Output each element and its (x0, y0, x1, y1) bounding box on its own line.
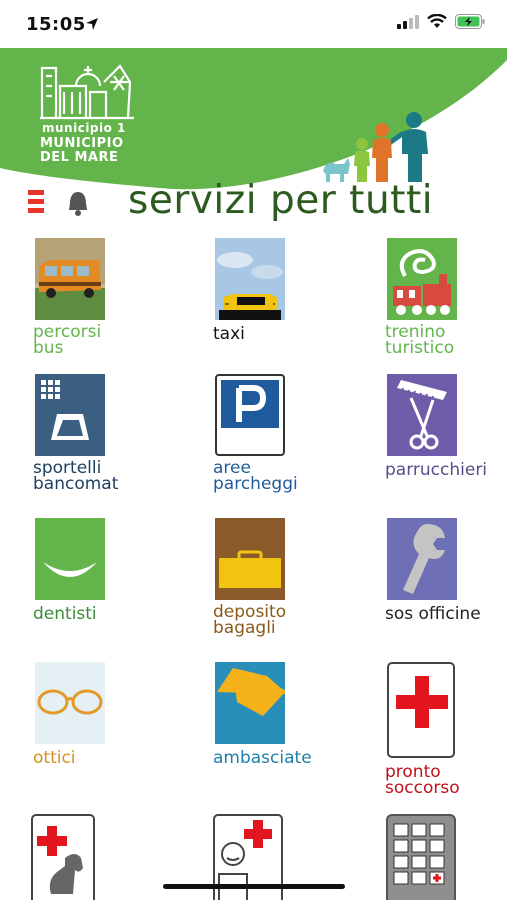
taxi-sign-icon (229, 294, 273, 308)
tile-pronto-soccorso[interactable]: pronto soccorso (385, 662, 507, 802)
location-arrow-icon (86, 18, 98, 30)
logo-subtitle: municipio 1 (42, 121, 126, 135)
tile-aree-parcheggi[interactable]: aree parcheggi (213, 374, 375, 498)
tile-parrucchieri[interactable]: parrucchieri (385, 374, 507, 484)
tile-sportelli-bancomat[interactable]: sportelli bancomat (33, 374, 195, 498)
dentist-smile-icon (35, 518, 105, 600)
tile-ambasciate[interactable]: ambasciate (213, 662, 375, 772)
red-cross-icon (387, 662, 455, 758)
tile-label: trenino turistico (385, 322, 455, 358)
tile-dentisti[interactable]: dentisti (33, 518, 195, 628)
train-icon (387, 238, 457, 320)
tile-label: sportelli bancomat (33, 458, 119, 494)
tile-deposito-bagagli[interactable]: deposito bagagli (213, 518, 375, 642)
tile-label: pronto soccorso (385, 762, 460, 798)
tile-label: parrucchieri (385, 460, 488, 480)
tile-label: aree parcheggi (213, 458, 298, 494)
status-bar: 15:05 (0, 0, 507, 50)
suitcase-icon (215, 518, 285, 600)
tile-label: ambasciate (213, 748, 312, 768)
atm-icon (35, 374, 105, 456)
tile-percorsi-bus[interactable]: percorsi bus (33, 238, 195, 362)
bell-notification-icon[interactable] (65, 190, 91, 216)
parking-icon (215, 374, 285, 456)
tile-label: ottici (33, 748, 76, 768)
logo-title-line2: DEL MARE (40, 150, 119, 165)
wifi-icon (427, 14, 447, 28)
tile-taxi[interactable]: taxi (213, 238, 375, 348)
status-time: 15:05 (26, 14, 86, 35)
page-slogan: servizi per tutti (128, 178, 434, 223)
bus-icon (35, 238, 105, 320)
logo-title-line1: MUNICIPIO (40, 136, 124, 151)
hamburger-menu-icon[interactable] (28, 190, 44, 214)
cellular-signal-icon (397, 14, 419, 29)
glasses-icon (35, 662, 105, 744)
tile-label: dentisti (33, 604, 97, 624)
tile-label: percorsi bus (33, 322, 102, 358)
tile-sos-officine[interactable]: sos officine (385, 518, 507, 628)
emergency-keypad-icon[interactable] (386, 814, 456, 900)
flag-icon (215, 662, 285, 744)
wrench-icon (387, 518, 457, 600)
vet-dog-icon[interactable] (31, 814, 95, 900)
home-indicator[interactable] (163, 884, 345, 889)
tile-label: sos officine (385, 604, 481, 624)
tile-label: deposito bagagli (213, 602, 287, 638)
family-illustration-icon (323, 112, 428, 182)
logo-title: MUNICIPIO DEL MARE (40, 137, 124, 165)
tile-label: taxi (213, 324, 245, 344)
scissors-comb-icon (387, 374, 457, 456)
battery-charging-icon (455, 14, 485, 29)
tile-trenino-turistico[interactable]: trenino turistico (385, 238, 507, 362)
tile-ottici[interactable]: ottici (33, 662, 195, 772)
